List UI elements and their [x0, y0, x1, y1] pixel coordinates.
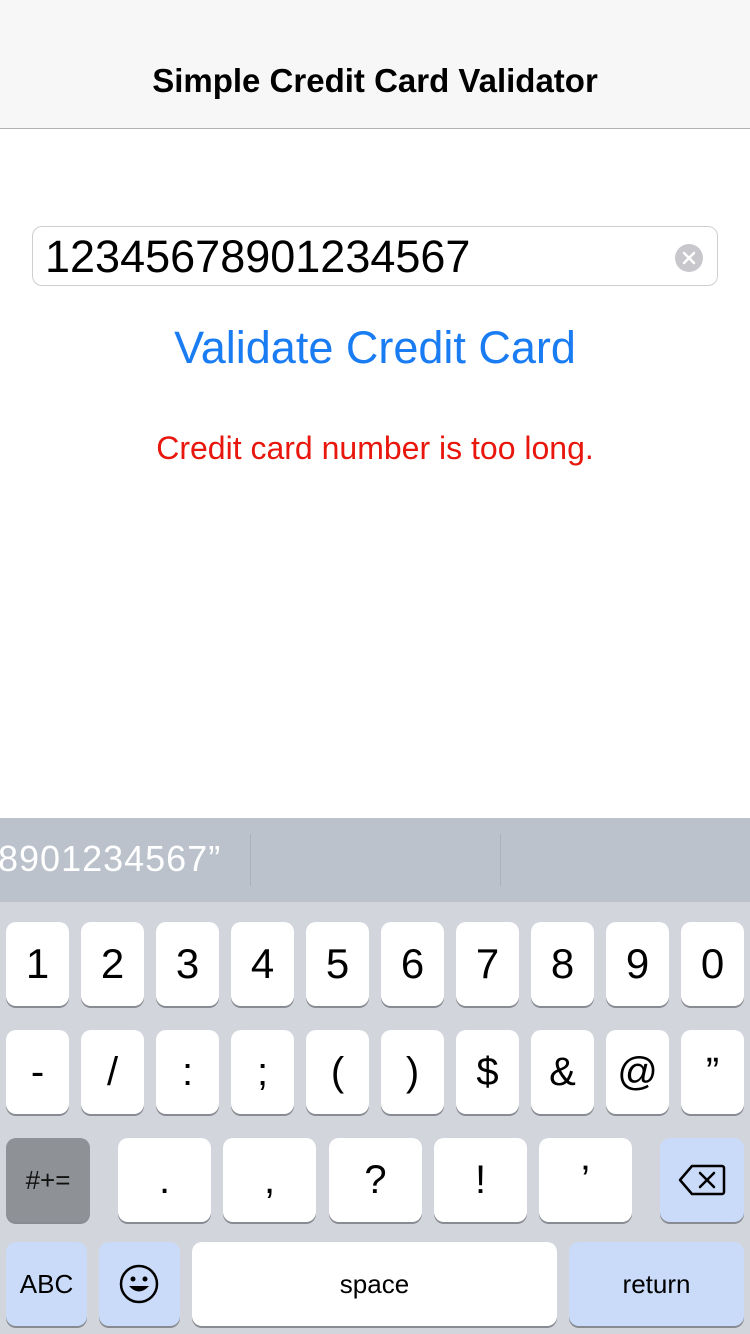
more-symbols-key[interactable]: #+=: [6, 1138, 90, 1222]
key-0[interactable]: 0: [681, 922, 744, 1006]
close-icon: [682, 251, 696, 265]
key-dollar[interactable]: $: [456, 1030, 519, 1114]
space-key[interactable]: space: [192, 1242, 557, 1326]
key-hyphen[interactable]: -: [6, 1030, 69, 1114]
key-comma[interactable]: ,: [223, 1138, 316, 1222]
card-number-input[interactable]: [45, 231, 665, 283]
key-7[interactable]: 7: [456, 922, 519, 1006]
clear-text-button[interactable]: [675, 244, 703, 272]
key-colon[interactable]: :: [156, 1030, 219, 1114]
key-2[interactable]: 2: [81, 922, 144, 1006]
delete-key[interactable]: [660, 1138, 744, 1222]
key-open-paren[interactable]: (: [306, 1030, 369, 1114]
key-6[interactable]: 6: [381, 922, 444, 1006]
key-3[interactable]: 3: [156, 922, 219, 1006]
suggestion-divider: [250, 834, 251, 886]
key-apostrophe[interactable]: ’: [539, 1138, 632, 1222]
keyboard: 1 2 3 4 5 6 7 8 9 0 - / : ; ( ) $ & @ ” …: [0, 902, 750, 1334]
key-5[interactable]: 5: [306, 922, 369, 1006]
key-8[interactable]: 8: [531, 922, 594, 1006]
key-question[interactable]: ?: [329, 1138, 422, 1222]
suggestion-bar: 8901234567”: [0, 818, 750, 902]
key-semicolon[interactable]: ;: [231, 1030, 294, 1114]
emoji-icon: [119, 1264, 159, 1304]
key-period[interactable]: .: [118, 1138, 211, 1222]
abc-key[interactable]: ABC: [6, 1242, 87, 1326]
validate-button[interactable]: Validate Credit Card: [0, 318, 750, 378]
suggestion-divider: [500, 834, 501, 886]
key-quote[interactable]: ”: [681, 1030, 744, 1114]
key-ampersand[interactable]: &: [531, 1030, 594, 1114]
key-9[interactable]: 9: [606, 922, 669, 1006]
page-title: Simple Credit Card Validator: [152, 62, 598, 99]
key-exclamation[interactable]: !: [434, 1138, 527, 1222]
return-key[interactable]: return: [569, 1242, 744, 1326]
key-close-paren[interactable]: ): [381, 1030, 444, 1114]
key-1[interactable]: 1: [6, 922, 69, 1006]
key-4[interactable]: 4: [231, 922, 294, 1006]
navigation-bar: Simple Credit Card Validator: [0, 0, 750, 129]
key-at[interactable]: @: [606, 1030, 669, 1114]
error-message: Credit card number is too long.: [156, 430, 594, 466]
emoji-key[interactable]: [99, 1242, 180, 1326]
suggestion-text[interactable]: 8901234567”: [0, 838, 221, 880]
backspace-icon: [678, 1164, 726, 1196]
key-slash[interactable]: /: [81, 1030, 144, 1114]
card-number-field[interactable]: [32, 226, 718, 286]
